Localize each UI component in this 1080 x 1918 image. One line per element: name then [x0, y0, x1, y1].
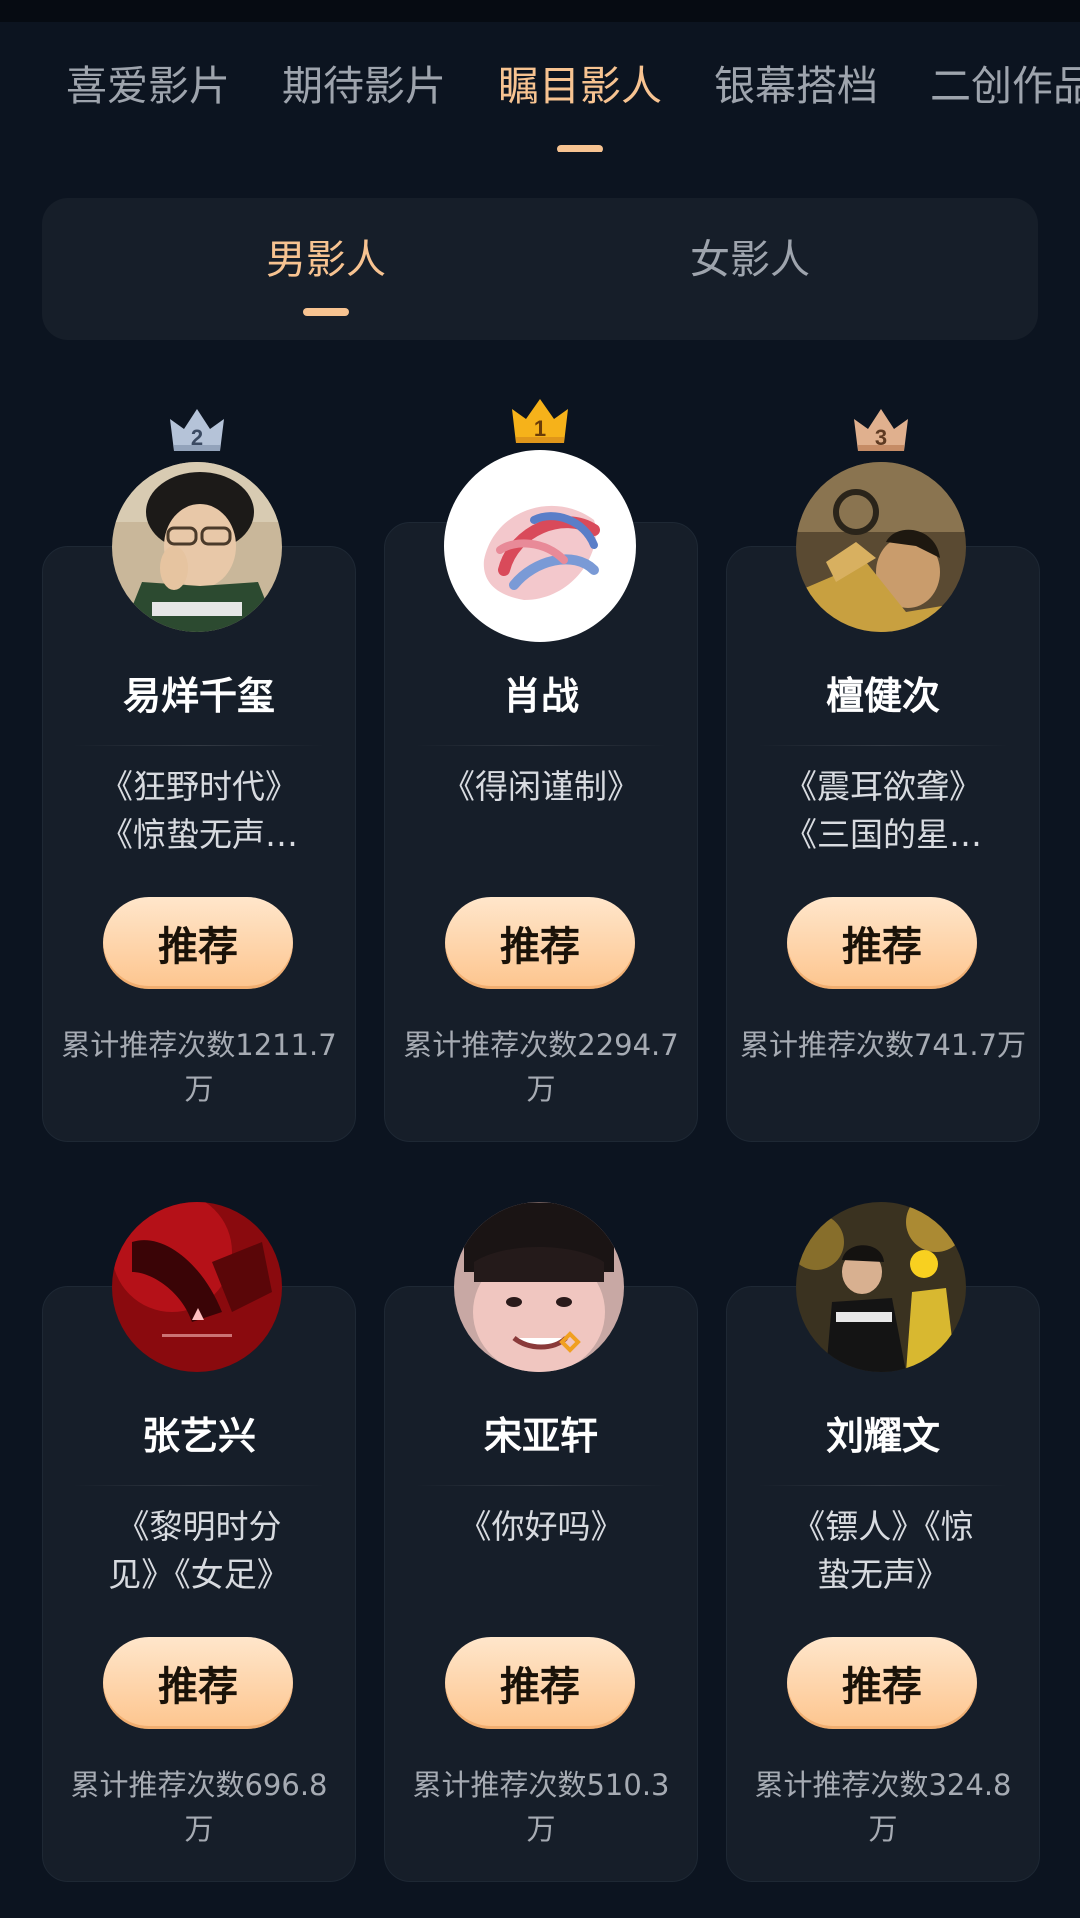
person-name: 刘耀文	[825, 1414, 940, 1458]
recommend-button[interactable]: 推荐	[445, 897, 635, 989]
count-line: 万	[184, 1072, 214, 1106]
person-works[interactable]: 《镖人》《惊 蛰无声》	[763, 1503, 1003, 1599]
avatar[interactable]	[796, 1202, 966, 1372]
card-divider	[757, 1485, 1009, 1486]
works-line: 见》《女足》	[108, 1555, 290, 1594]
count-line: 累计推荐次数2294.7	[403, 1028, 679, 1062]
tab-notable-people-label: 瞩目影人	[498, 62, 662, 110]
recommend-count: 累计推荐次数2294.7 万	[397, 1023, 685, 1111]
status-bar-strip	[0, 0, 1080, 22]
avatar-photo	[796, 462, 966, 632]
avatar-photo	[454, 1202, 624, 1372]
top-tab-bar: 喜爱影片 期待影片 瞩目影人 银幕搭档 二创作品	[0, 22, 1080, 152]
person-name: 肖战	[502, 674, 579, 718]
person-card: 张艺兴 《黎明时分 见》《女足》 推荐 累计推荐次数696.8 万	[42, 1286, 356, 1882]
tab-anticipated-films[interactable]: 期待影片	[282, 66, 446, 107]
card-divider	[415, 1485, 667, 1486]
avatar-photo	[112, 462, 282, 632]
count-line: 累计推荐次数324.8	[754, 1768, 1012, 1802]
recommend-button[interactable]: 推荐	[103, 1637, 293, 1729]
segment-male[interactable]: 男影人	[266, 237, 386, 316]
count-line: 累计推荐次数696.8	[70, 1768, 328, 1802]
count-line: 万	[184, 1812, 214, 1846]
person-card: 宋亚轩 《你好吗》 推荐 累计推荐次数510.3 万	[384, 1286, 698, 1882]
works-line: 《惊蛰无声…	[100, 815, 298, 854]
works-line: 《镖人》《惊	[792, 1507, 974, 1546]
works-line: 《得闲谨制》	[442, 767, 640, 806]
avatar[interactable]	[112, 462, 282, 632]
segment-female[interactable]: 女影人	[690, 240, 810, 280]
avatar-photo	[112, 1202, 282, 1372]
recommend-count: 累计推荐次数1211.7 万	[55, 1023, 343, 1111]
active-tab-indicator	[557, 145, 603, 152]
works-line: 《震耳欲聋》	[784, 767, 982, 806]
avatar-photo	[444, 450, 636, 642]
recommend-count: 累计推荐次数741.7万	[739, 1023, 1027, 1067]
count-line: 累计推荐次数1211.7	[61, 1028, 337, 1062]
avatar[interactable]	[454, 1202, 624, 1372]
person-card: 易烊千玺 《狂野时代》 《惊蛰无声… 推荐 累计推荐次数1211.7 万	[42, 546, 356, 1142]
works-line: 《黎明时分	[116, 1507, 282, 1546]
count-line: 累计推荐次数741.7万	[739, 1028, 1027, 1062]
recommend-button[interactable]: 推荐	[787, 1637, 977, 1729]
person-name: 檀健次	[825, 674, 940, 718]
person-works[interactable]: 《震耳欲聋》 《三国的星…	[763, 763, 1003, 859]
avatar[interactable]	[796, 462, 966, 632]
crown-icon: 1	[512, 399, 568, 443]
crown-rank-number: 2	[191, 425, 203, 450]
card-divider	[757, 745, 1009, 746]
works-line: 蛰无声》	[817, 1555, 949, 1594]
person-card: 檀健次 《震耳欲聋》 《三国的星… 推荐 累计推荐次数741.7万	[726, 546, 1040, 1142]
works-line: 《狂野时代》	[100, 767, 298, 806]
recommend-count: 累计推荐次数696.8 万	[55, 1763, 343, 1851]
person-works[interactable]: 《黎明时分 见》《女足》	[79, 1503, 319, 1599]
works-line: 《三国的星…	[784, 815, 982, 854]
count-line: 万	[868, 1812, 898, 1846]
card-divider	[415, 745, 667, 746]
person-works[interactable]: 《你好吗》	[421, 1503, 661, 1551]
recommend-button[interactable]: 推荐	[445, 1637, 635, 1729]
recommend-count: 累计推荐次数510.3 万	[397, 1763, 685, 1851]
gender-segment-control: 男影人 女影人	[42, 198, 1038, 340]
segment-male-label: 男影人	[266, 237, 386, 283]
count-line: 万	[526, 1812, 556, 1846]
person-name: 宋亚轩	[483, 1414, 598, 1458]
tab-notable-people[interactable]: 瞩目影人	[498, 66, 662, 152]
works-line: 《你好吗》	[458, 1507, 624, 1546]
avatar-photo	[796, 1202, 966, 1372]
count-line: 累计推荐次数510.3	[412, 1768, 670, 1802]
active-segment-indicator	[303, 308, 349, 316]
person-name: 张艺兴	[141, 1414, 256, 1458]
crown-rank-number: 3	[875, 425, 887, 450]
person-works[interactable]: 《狂野时代》 《惊蛰无声…	[79, 763, 319, 859]
recommend-button[interactable]: 推荐	[103, 897, 293, 989]
tab-fan-creations[interactable]: 二创作品	[930, 66, 1080, 107]
avatar[interactable]	[444, 450, 636, 642]
recommend-count: 累计推荐次数324.8 万	[739, 1763, 1027, 1851]
crown-icon: 2	[170, 409, 224, 451]
crown-rank-number: 1	[534, 416, 546, 441]
card-divider	[73, 745, 325, 746]
tab-screen-partners[interactable]: 银幕搭档	[714, 66, 878, 107]
person-works[interactable]: 《得闲谨制》	[421, 763, 661, 811]
card-divider	[73, 1485, 325, 1486]
count-line: 万	[526, 1072, 556, 1106]
person-card: 刘耀文 《镖人》《惊 蛰无声》 推荐 累计推荐次数324.8 万	[726, 1286, 1040, 1882]
recommend-button[interactable]: 推荐	[787, 897, 977, 989]
crown-icon: 3	[854, 409, 908, 451]
tab-favorite-films[interactable]: 喜爱影片	[66, 66, 230, 107]
person-name: 易烊千玺	[122, 674, 275, 718]
avatar[interactable]	[112, 1202, 282, 1372]
